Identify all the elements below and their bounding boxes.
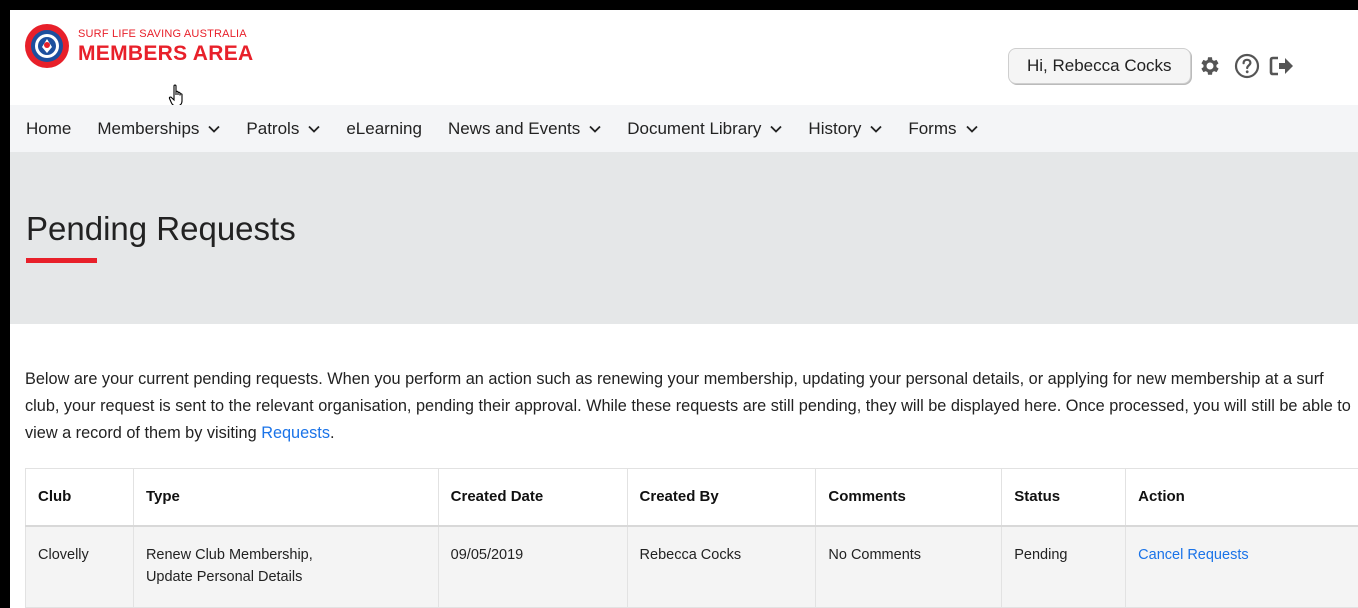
column-header-club: Club xyxy=(25,468,134,526)
nav-item-document-library[interactable]: Document Library xyxy=(627,118,783,139)
nav-item-news-and-events[interactable]: News and Events xyxy=(448,119,601,139)
nav-item-label: Home xyxy=(26,118,72,138)
logout-icon[interactable] xyxy=(1268,52,1296,80)
nav-item-label: Patrols xyxy=(246,118,300,138)
cell-created-date: 09/05/2019 xyxy=(437,525,628,608)
nav-item-label: eLearning xyxy=(346,118,422,138)
browser-page: SURF LIFE SAVING AUSTRALIA MEMBERS AREA … xyxy=(10,10,1358,608)
nav-item-memberships[interactable]: Memberships xyxy=(97,118,221,139)
nav-item-label: Forms xyxy=(908,118,957,138)
nav-item-label: Document Library xyxy=(627,118,762,138)
logo-title: MEMBERS AREA xyxy=(78,41,254,65)
table-row: Clovelly Renew Club Membership, Update P… xyxy=(25,525,1358,608)
user-greeting-button[interactable]: Hi, Rebecca Cocks xyxy=(1008,48,1191,84)
title-underline xyxy=(26,258,97,263)
page-title: Pending Requests xyxy=(26,210,296,247)
requests-link[interactable]: Requests xyxy=(261,424,330,442)
site-header: SURF LIFE SAVING AUSTRALIA MEMBERS AREA … xyxy=(10,10,1358,107)
nav-item-label: Memberships xyxy=(97,118,200,138)
nav-item-home[interactable]: Home xyxy=(26,119,71,139)
surf-life-saving-badge-icon xyxy=(25,24,69,68)
site-logo[interactable]: SURF LIFE SAVING AUSTRALIA MEMBERS AREA xyxy=(24,23,254,69)
column-header-type: Type xyxy=(132,468,439,526)
intro-end: . xyxy=(329,424,335,442)
cell-club: Clovelly xyxy=(25,525,134,608)
main-nav: Home Memberships Patrols eLearning News … xyxy=(10,105,1358,152)
nav-item-patrols[interactable]: Patrols xyxy=(246,119,320,139)
chevron-down-icon xyxy=(208,125,221,133)
cell-type: Renew Club Membership, Update Personal D… xyxy=(132,525,439,608)
cell-comments: No Comments xyxy=(815,525,1003,608)
column-header-created-date: Created Date xyxy=(437,468,628,526)
nav-item-elearning[interactable]: eLearning xyxy=(346,119,422,139)
chevron-down-icon xyxy=(965,125,978,133)
pending-requests-table: Club Type Created Date Created By Commen… xyxy=(25,468,1358,608)
intro-text: Below are your current pending requests.… xyxy=(25,370,1351,442)
nav-item-forms[interactable]: Forms xyxy=(908,118,978,139)
nav-item-label: News and Events xyxy=(447,118,581,138)
page-banner: Pending Requests xyxy=(10,152,1358,324)
cell-action: Cancel Requests xyxy=(1125,525,1358,608)
column-header-comments: Comments xyxy=(815,468,1003,526)
table-header-row: Club Type Created Date Created By Commen… xyxy=(25,468,1358,526)
cell-status: Pending xyxy=(1001,525,1127,608)
cancel-requests-link[interactable]: Cancel Requests xyxy=(1138,547,1248,563)
cell-created-by: Rebecca Cocks xyxy=(626,525,817,608)
gear-icon[interactable] xyxy=(1195,52,1223,80)
chevron-down-icon xyxy=(308,125,320,133)
nav-item-label: History xyxy=(808,118,862,138)
column-header-created-by: Created By xyxy=(626,468,817,526)
chevron-down-icon xyxy=(870,125,882,133)
chevron-down-icon xyxy=(589,125,601,133)
nav-item-history[interactable]: History xyxy=(808,119,882,139)
column-header-status: Status xyxy=(1001,468,1127,526)
cell-type-line: Update Personal Details xyxy=(145,568,303,585)
intro-paragraph: Below are your current pending requests.… xyxy=(25,366,1358,447)
chevron-down-icon xyxy=(770,125,783,133)
help-icon[interactable] xyxy=(1233,52,1261,80)
cell-type-line: Renew Club Membership, xyxy=(145,546,313,563)
column-header-action: Action xyxy=(1125,468,1358,526)
logo-subtitle: SURF LIFE SAVING AUSTRALIA xyxy=(78,27,247,40)
